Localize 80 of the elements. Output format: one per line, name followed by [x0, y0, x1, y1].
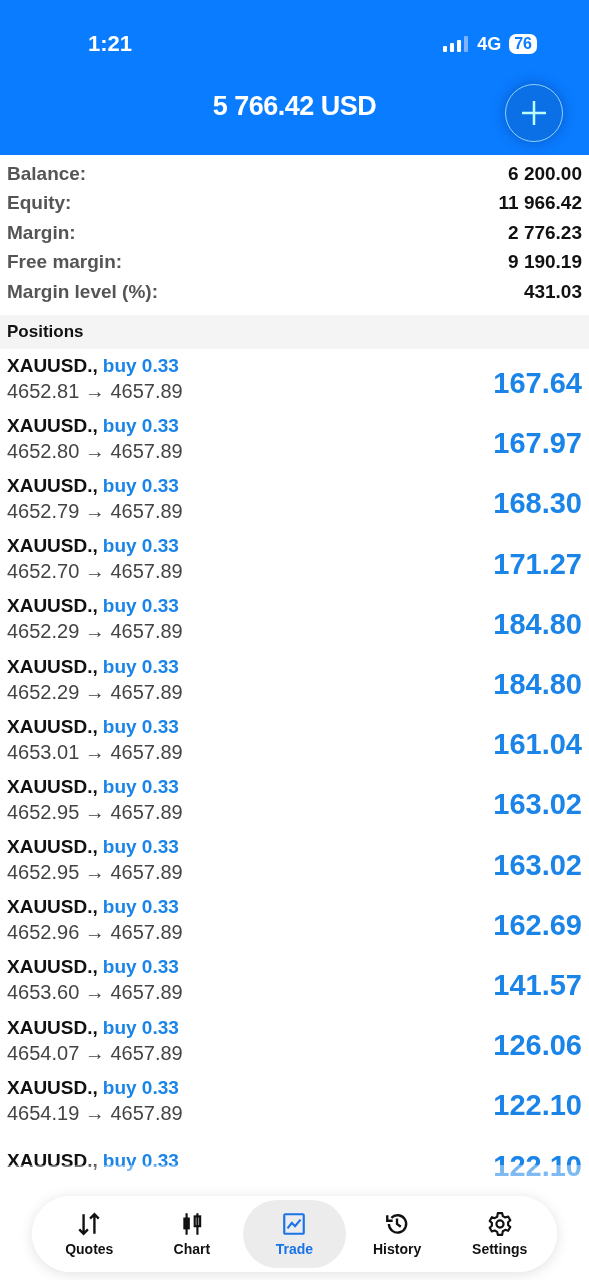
symbol-label: XAUUSD., [7, 1150, 98, 1173]
profit-value[interactable]: 167.64 [493, 367, 582, 401]
profit-value[interactable]: 171.27 [493, 547, 582, 581]
price-range: 4652.96 → 4657.89 [7, 921, 183, 945]
field-label: Equity: [7, 192, 72, 215]
profit-value[interactable]: 168.30 [493, 487, 582, 521]
symbol-label: XAUUSD., [7, 775, 98, 798]
price-range: 4652.29 → 4657.89 [7, 620, 183, 644]
field-value: 431.03 [523, 280, 582, 303]
order-type: buy 0.33 [102, 414, 179, 437]
order-type: buy 0.33 [102, 1150, 179, 1173]
symbol-label: XAUUSD., [7, 655, 98, 678]
order-type: buy 0.33 [102, 836, 179, 859]
price-range: 4652.79 → 4657.89 [7, 499, 183, 523]
tab-button[interactable]: Chart [140, 1200, 244, 1268]
tab-button[interactable]: Quotes [38, 1200, 141, 1268]
network-label: 4G [477, 33, 502, 55]
order-type: buy 0.33 [102, 354, 179, 377]
price-range: 4652.29 → 4657.89 [7, 680, 183, 704]
field-label: Margin: [7, 221, 76, 244]
price-range: 4652.80 → 4657.89 [7, 439, 183, 463]
field-value: 11 966.42 [498, 192, 582, 215]
order-type: buy 0.33 [102, 595, 179, 618]
order-type: buy 0.33 [102, 775, 179, 798]
order-type: buy 0.33 [102, 1076, 179, 1099]
profit-value[interactable]: 141.57 [493, 968, 582, 1002]
balance-title: 5 766.42 USD [212, 91, 377, 122]
battery-level: 76 [509, 34, 537, 54]
price-range: 4652.70 → 4657.89 [7, 560, 183, 584]
symbol-label: XAUUSD., [7, 836, 98, 859]
profit-value[interactable]: 184.80 [493, 668, 582, 702]
tab-button[interactable]: Settings [448, 1200, 551, 1268]
order-type: buy 0.33 [102, 1016, 179, 1039]
field-label: Margin level (%): [7, 280, 158, 303]
order-type: buy 0.33 [102, 715, 179, 738]
symbol-label: XAUUSD., [7, 354, 98, 377]
line-chart-icon [281, 1211, 308, 1237]
field-value: 6 200.00 [508, 162, 582, 185]
symbol-label: XAUUSD., [7, 956, 98, 979]
symbol-label: XAUUSD., [7, 535, 98, 558]
price-range: 4652.81 → 4657.89 [7, 379, 183, 403]
symbol-label: XAUUSD., [7, 896, 98, 919]
symbol-label: XAUUSD., [7, 474, 98, 497]
symbol-label: XAUUSD., [7, 1016, 98, 1039]
order-type: buy 0.33 [102, 655, 179, 678]
field-value: 2 776.23 [508, 221, 582, 244]
profit-value[interactable]: 167.97 [493, 427, 582, 461]
order-type: buy 0.33 [102, 896, 179, 919]
profit-value[interactable]: 122.10 [493, 1149, 582, 1183]
tab-button[interactable]: History [345, 1200, 449, 1268]
tab-button[interactable]: Trade [243, 1200, 346, 1268]
field-value: 9 190.19 [508, 251, 582, 274]
price-range: 4652.95 → 4657.89 [7, 861, 183, 885]
profit-value[interactable]: 162.69 [493, 908, 582, 942]
profit-value[interactable]: 184.80 [493, 607, 582, 641]
field-label: Free margin: [7, 251, 123, 274]
plus-icon [520, 99, 548, 127]
price-range: 4653.60 → 4657.89 [7, 981, 183, 1005]
order-type: buy 0.33 [102, 474, 179, 497]
symbol-label: XAUUSD., [7, 414, 98, 437]
section-header: Positions [0, 314, 589, 349]
symbol-label: XAUUSD., [7, 595, 98, 618]
profit-value[interactable]: 126.06 [493, 1029, 582, 1063]
order-type: buy 0.33 [102, 956, 179, 979]
profit-value[interactable]: 163.02 [493, 788, 582, 822]
price-range: 4653.01 → 4657.89 [7, 740, 183, 764]
price-range: 4654.19 → 4657.89 [7, 1101, 183, 1125]
signal-icon [443, 36, 470, 52]
order-type: buy 0.33 [102, 535, 179, 558]
symbol-label: XAUUSD., [7, 715, 98, 738]
symbol-label: XAUUSD., [7, 1076, 98, 1099]
field-label: Balance: [7, 162, 87, 185]
price-range: 4652.95 → 4657.89 [7, 800, 183, 824]
profit-value[interactable]: 161.04 [493, 728, 582, 762]
clock-time: 1:21 [88, 31, 133, 57]
settings-icon [486, 1211, 513, 1237]
add-button[interactable] [505, 84, 563, 142]
profit-value[interactable]: 163.02 [493, 848, 582, 882]
price-range: 4654.07 → 4657.89 [7, 1041, 183, 1065]
profit-value[interactable]: 122.10 [493, 1089, 582, 1123]
